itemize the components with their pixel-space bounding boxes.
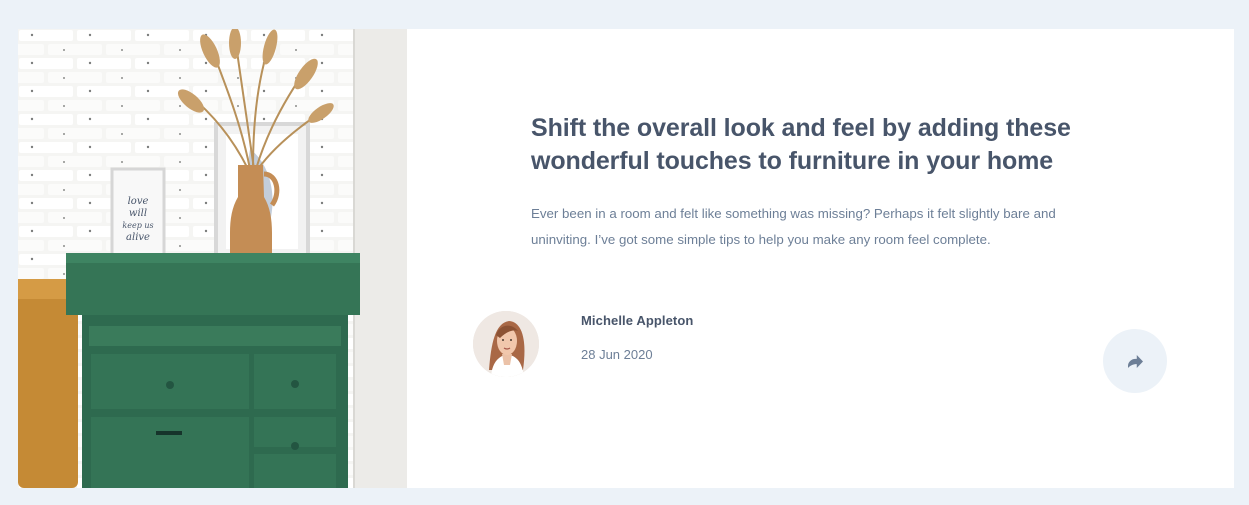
svg-text:alive: alive — [126, 232, 150, 243]
avatar-photo-icon — [473, 311, 539, 377]
author-avatar — [473, 311, 539, 377]
article-content: Shift the overall look and feel by addin… — [407, 29, 1234, 488]
article-preview-card: love will keep us alive Shift the overal… — [18, 29, 1234, 488]
article-image: love will keep us alive — [18, 29, 407, 488]
author-name: Michelle Appleton — [581, 313, 694, 328]
svg-text:love: love — [128, 196, 149, 207]
svg-text:will: will — [129, 208, 147, 219]
article-excerpt: Ever been in a room and felt like someth… — [531, 206, 1056, 247]
svg-text:keep us: keep us — [122, 221, 153, 230]
publish-date: 28 Jun 2020 — [581, 347, 653, 362]
share-icon — [1127, 354, 1143, 368]
drawers-photo: love will keep us alive — [18, 29, 407, 488]
share-button[interactable] — [1103, 329, 1167, 393]
article-title: Shift the overall look and feel by addin… — [531, 114, 1071, 175]
